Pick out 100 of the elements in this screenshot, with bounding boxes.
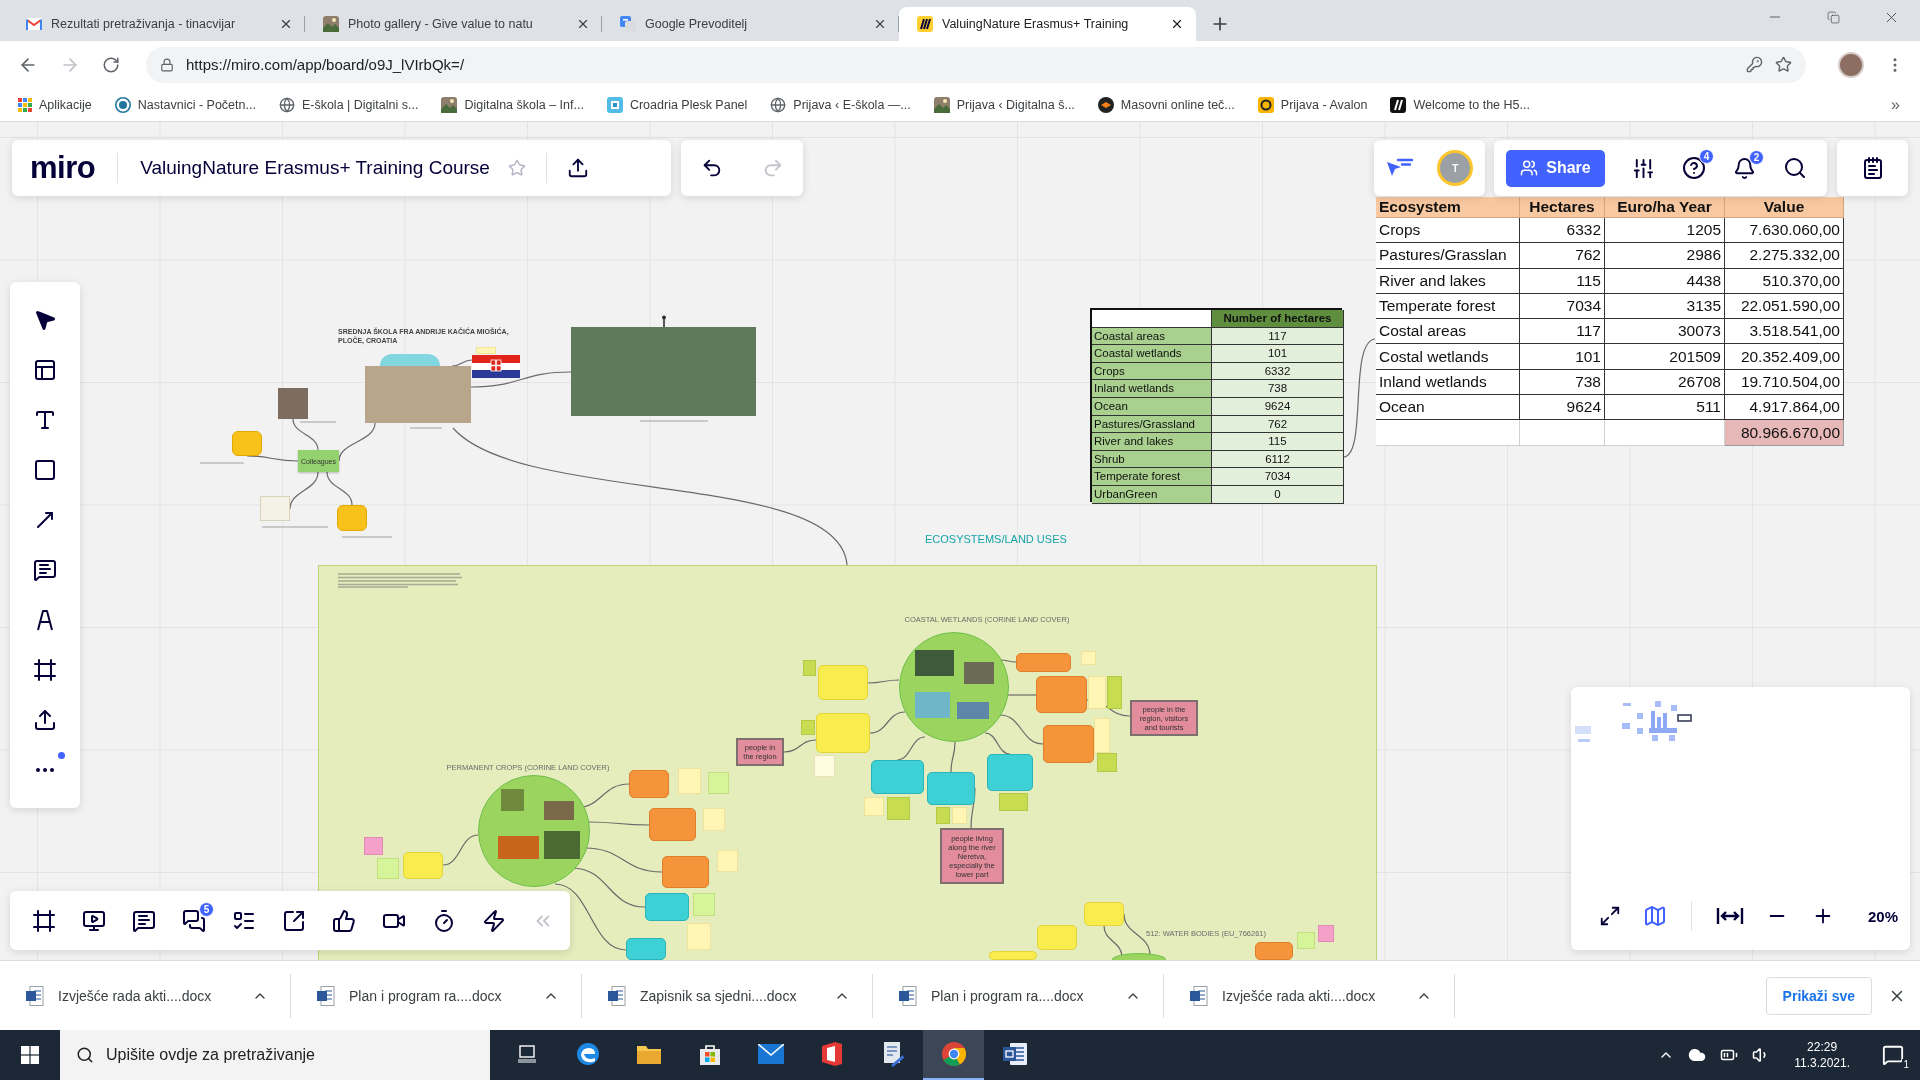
close-icon[interactable] <box>279 17 293 31</box>
flag-icon <box>472 355 520 378</box>
table-cell: 6332 <box>1520 218 1605 244</box>
presentation-icon[interactable] <box>82 908 106 933</box>
browser-tab[interactable]: Photo gallery - Give value to natu <box>305 7 602 41</box>
notification-icon[interactable] <box>1882 1044 1904 1066</box>
browser-icon[interactable] <box>575 1042 600 1066</box>
search-field[interactable]: Upišite ovdje za pretraživanje <box>60 1030 490 1080</box>
key-icon[interactable] <box>1746 56 1763 73</box>
lock-icon <box>160 57 174 72</box>
help-icon[interactable] <box>1682 156 1706 180</box>
browser-tab[interactable]: ValuingNature Erasmus+ Training <box>899 7 1196 41</box>
share-screen-icon[interactable] <box>282 908 306 933</box>
table-cell: 20.352.409,00 <box>1725 344 1844 370</box>
thumbs-up-icon[interactable] <box>332 908 356 933</box>
lightning-icon[interactable] <box>482 908 506 933</box>
frame-icon[interactable] <box>33 658 57 682</box>
address-field[interactable]: https://miro.com/app/board/o9J_lVIrbQk=/ <box>146 46 1806 83</box>
bookmark-link[interactable]: Masovni online teč... <box>1097 91 1235 118</box>
task-view-icon[interactable] <box>516 1045 537 1063</box>
sticky-note <box>703 808 725 831</box>
logo-text[interactable]: miro <box>30 150 96 186</box>
board-icon <box>917 16 933 32</box>
word-document-icon <box>608 985 626 1006</box>
settings-icon[interactable] <box>1632 156 1655 180</box>
show-all-button[interactable]: Prikaži sve <box>1765 976 1872 1015</box>
download-item[interactable]: Izvješće rada akti....docx <box>1164 973 1455 1018</box>
picture-icon <box>323 16 339 32</box>
bookmark-link[interactable]: Croadria Plesk Panel <box>606 91 748 118</box>
table-cell: 30073 <box>1605 319 1725 345</box>
text-icon[interactable] <box>33 408 57 432</box>
picture-icon <box>441 96 458 113</box>
table-cell: 19.710.504,00 <box>1725 369 1844 396</box>
sticky-note <box>1081 651 1096 665</box>
download-item[interactable]: Zapisnik sa sjedni....docx <box>582 973 873 1018</box>
connector-line <box>442 834 479 866</box>
reload-icon[interactable] <box>102 55 120 74</box>
download-item[interactable]: Izvješće rada akti....docx <box>0 973 291 1018</box>
table-cell: 9624 <box>1520 395 1605 421</box>
more-bookmarks[interactable]: » <box>1891 95 1900 114</box>
browser-tab[interactable]: Rezultati pretraživanja - tinacvijar <box>8 7 305 41</box>
bookmark-link[interactable]: Prijava ‹ E-škola —... <box>770 91 911 118</box>
sticky-note <box>476 347 496 354</box>
search-icon[interactable] <box>1783 156 1807 180</box>
upload-icon[interactable] <box>33 708 57 732</box>
bell-icon[interactable] <box>1733 156 1756 180</box>
avatar-icon[interactable] <box>1838 51 1864 78</box>
star-icon[interactable] <box>507 159 526 177</box>
close-icon[interactable] <box>1170 17 1184 31</box>
rectangle-icon[interactable] <box>33 458 57 482</box>
mail-icon[interactable] <box>757 1044 784 1064</box>
office-icon[interactable] <box>820 1041 843 1067</box>
star-icon[interactable] <box>1775 56 1792 73</box>
download-item[interactable]: Plan i program ra....docx <box>291 973 582 1018</box>
fit-width-icon[interactable] <box>1716 906 1744 926</box>
sticky-note <box>377 858 399 879</box>
zoom-level[interactable]: 20% <box>1868 907 1899 925</box>
bookmark-link[interactable]: Prijava - Avalon <box>1257 91 1368 118</box>
table-cell: 738 <box>1212 380 1344 398</box>
sticky-note-icon[interactable] <box>33 558 57 582</box>
bookmark-link[interactable]: Welcome to the H5... <box>1390 91 1530 118</box>
board-title[interactable]: ValuingNature Erasmus+ Training Course <box>140 157 490 179</box>
map-icon[interactable] <box>1643 904 1667 928</box>
bookmark-link[interactable]: Nastavnici - Početn... <box>114 91 256 118</box>
photo-placeholder <box>915 692 950 718</box>
upload-icon[interactable] <box>566 157 589 179</box>
sticky-note <box>871 760 924 794</box>
chrome-icon[interactable] <box>940 1041 967 1067</box>
photo-placeholder <box>964 662 994 684</box>
windows-icon[interactable] <box>21 1046 39 1064</box>
mail-icon <box>26 18 42 30</box>
download-item[interactable]: Plan i program ra....docx <box>873 973 1164 1018</box>
bookmark-link[interactable]: E-škola | Digitalni s... <box>278 91 419 118</box>
share-button[interactable]: Share <box>1506 149 1605 187</box>
count-badge: 5 <box>199 901 214 917</box>
close-icon[interactable] <box>873 17 887 31</box>
users-icon <box>1520 159 1539 177</box>
chat-icon[interactable] <box>182 908 206 933</box>
timer-icon[interactable] <box>432 908 456 933</box>
sticky-note <box>693 893 715 916</box>
word-icon[interactable] <box>1001 1042 1028 1066</box>
sticky-note <box>803 660 816 676</box>
frame-icon[interactable] <box>32 908 56 933</box>
frame-title: ECOSYSTEMS/LAND USES <box>925 533 1068 547</box>
grid-icon <box>18 97 32 112</box>
logo-icon <box>1390 96 1407 113</box>
browser-tab[interactable]: Google Prevoditelj <box>602 7 899 41</box>
bookmark-link[interactable]: Digitalna škola – Inf... <box>441 91 584 118</box>
shopping-bag-icon[interactable] <box>697 1042 722 1066</box>
comment-icon[interactable] <box>132 908 156 933</box>
expand-icon[interactable] <box>1599 905 1621 927</box>
bookmark-link[interactable]: Aplikacije <box>18 91 92 118</box>
folder-icon[interactable] <box>635 1043 662 1065</box>
cursor-icon[interactable] <box>33 308 57 332</box>
word-document-icon <box>1190 985 1208 1006</box>
cloud-icon[interactable] <box>1688 1046 1707 1064</box>
restore-icon[interactable] <box>1826 10 1840 24</box>
close-icon[interactable] <box>576 17 590 31</box>
template-icon[interactable] <box>33 358 57 382</box>
bookmark-link[interactable]: Prijava ‹ Digitalna š... <box>933 91 1075 118</box>
